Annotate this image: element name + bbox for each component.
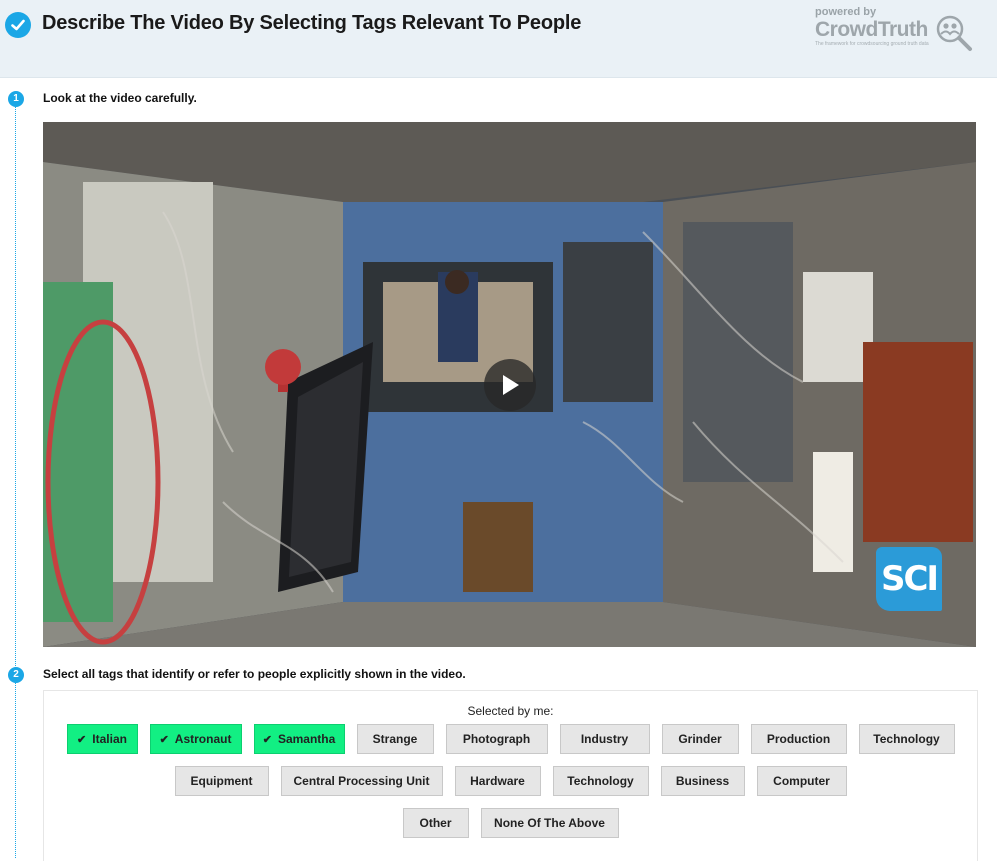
tag-row: ✔ Italian ✔ Astronaut ✔ Samantha Strange Ph… — [44, 724, 977, 754]
selected-by-me-label: Selected by me: — [467, 704, 554, 718]
tag-row: Equipment Central Processing Unit Hardwa… — [44, 766, 977, 796]
tag-button-none-of-the-above[interactable]: None Of The Above — [480, 808, 619, 838]
tag-label: Production — [766, 732, 831, 746]
tag-selection-panel: Selected by me: ✔ Italian ✔ Astronaut ✔ Sam… — [43, 690, 978, 861]
tag-label: Samantha — [277, 732, 336, 746]
tag-button-production[interactable]: Production — [750, 724, 847, 754]
tag-button-other[interactable]: Other — [402, 808, 469, 838]
tag-button-grinder[interactable]: Grinder — [661, 724, 739, 754]
tag-button-photograph[interactable]: Photograph — [445, 724, 548, 754]
step-instruction: Look at the video carefully. — [43, 91, 197, 105]
tag-label: Central Processing Unit — [293, 774, 430, 788]
tag-row: Other None Of The Above — [44, 808, 977, 838]
step-number: 1 — [8, 91, 24, 107]
tag-button-technology[interactable]: Technology — [858, 724, 955, 754]
tag-button-italian[interactable]: ✔ Italian — [66, 724, 138, 754]
checkmark-icon: ✔ — [77, 733, 87, 746]
tag-label: Other — [419, 816, 452, 830]
tag-button-computer[interactable]: Computer — [756, 766, 847, 796]
video-player[interactable]: SCI — [43, 122, 976, 647]
checkmark-icon — [5, 12, 31, 38]
tag-button-business[interactable]: Business — [660, 766, 745, 796]
tag-button-hardware[interactable]: Hardware — [454, 766, 541, 796]
tag-label: Technology — [873, 732, 940, 746]
channel-watermark: SCI — [876, 547, 942, 611]
tag-label: Photograph — [462, 732, 531, 746]
page-title: Describe The Video By Selecting Tags Rel… — [42, 12, 582, 34]
tag-button-equipment[interactable]: Equipment — [174, 766, 269, 796]
tag-button-technology[interactable]: Technology — [552, 766, 649, 796]
tag-button-astronaut[interactable]: ✔ Astronaut — [149, 724, 242, 754]
step-number: 2 — [8, 667, 24, 683]
magnifier-logo-icon — [936, 15, 972, 51]
tag-label: Technology — [567, 774, 634, 788]
brand-powered-by: powered by — [815, 6, 877, 18]
tag-label: Astronaut — [174, 732, 232, 746]
tag-button-samantha[interactable]: ✔ Samantha — [253, 724, 345, 754]
brand-name: CrowdTruth — [815, 18, 928, 41]
tag-button-strange[interactable]: Strange — [356, 724, 434, 754]
tag-label: None Of The Above — [494, 816, 605, 830]
tag-button-central-processing-unit[interactable]: Central Processing Unit — [280, 766, 443, 796]
checkmark-icon: ✔ — [262, 733, 272, 746]
tag-label: Equipment — [190, 774, 253, 788]
tag-label: Hardware — [470, 774, 525, 788]
tag-label: Industry — [580, 732, 629, 746]
crowdtruth-brand: powered by CrowdTruth The framework for … — [815, 4, 975, 56]
steps-timeline — [15, 98, 16, 858]
step-instruction: Select all tags that identify or refer t… — [43, 667, 466, 681]
tag-label: Italian — [92, 732, 127, 746]
play-icon — [503, 375, 519, 395]
play-button[interactable] — [484, 359, 536, 411]
task-header: Describe The Video By Selecting Tags Rel… — [0, 0, 997, 78]
tag-label: Grinder — [678, 732, 722, 746]
tag-label: Computer — [773, 774, 830, 788]
brand-tagline: The framework for crowdsourcing ground t… — [815, 41, 929, 47]
tag-label: Business — [675, 774, 730, 788]
checkmark-icon: ✔ — [159, 733, 169, 746]
tag-button-industry[interactable]: Industry — [559, 724, 650, 754]
tag-label: Strange — [372, 732, 418, 746]
